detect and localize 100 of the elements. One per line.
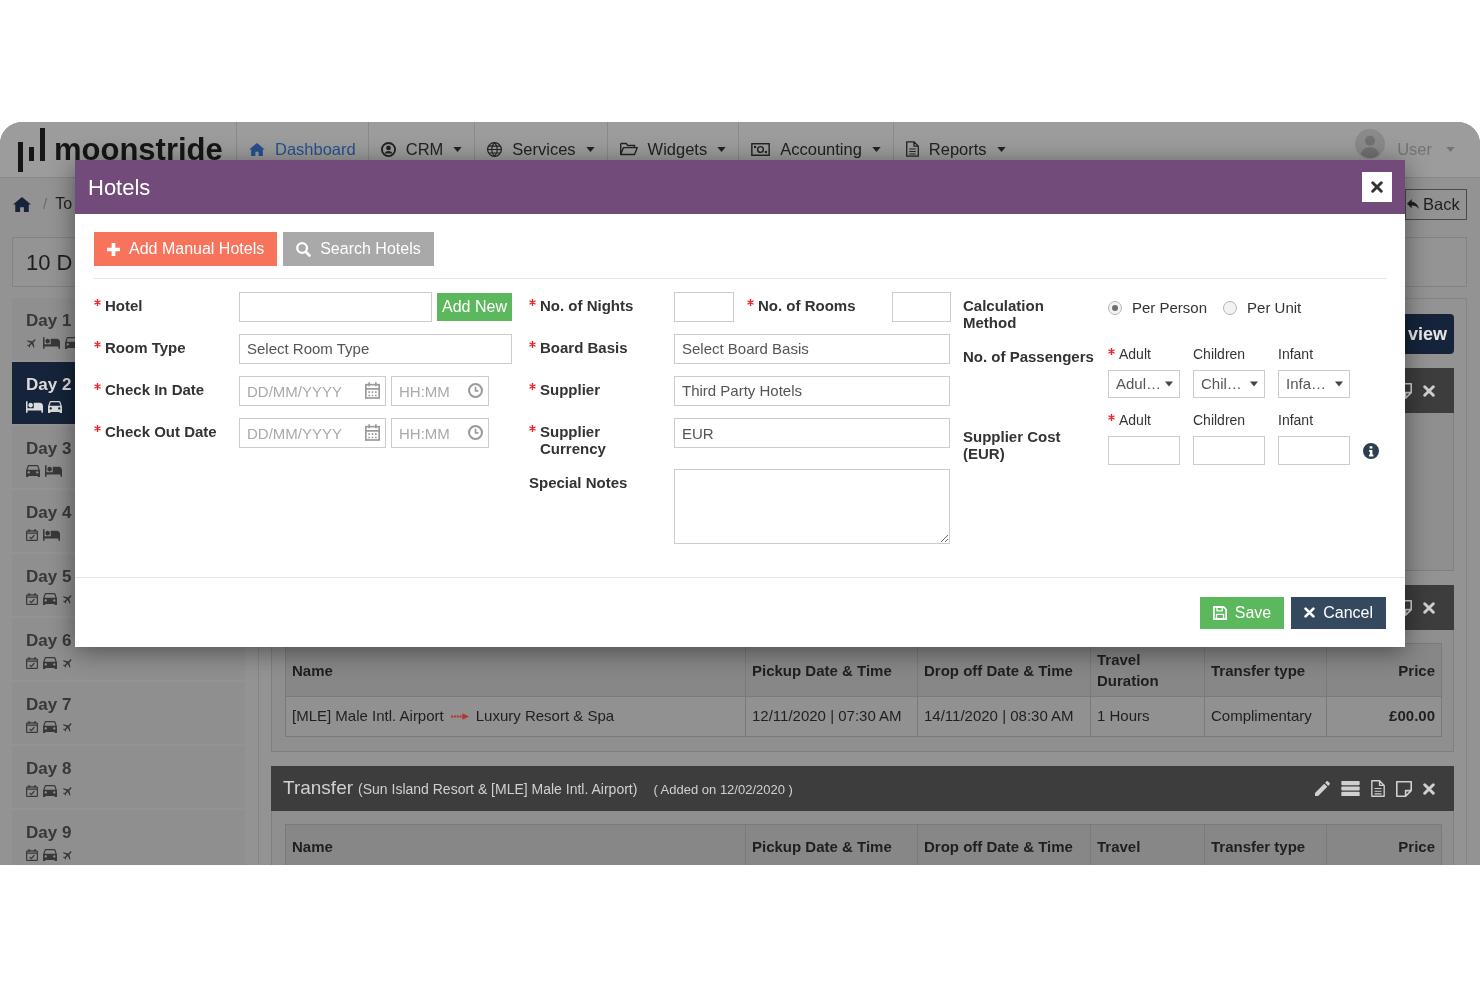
nav-item[interactable]: Accounting bbox=[751, 139, 881, 159]
car-icon bbox=[43, 656, 57, 670]
day-label[interactable]: Day 9 bbox=[26, 823, 72, 843]
day-label[interactable]: Day 2 bbox=[26, 375, 72, 395]
field-label: Check Out Date bbox=[105, 423, 217, 440]
number-field[interactable] bbox=[1278, 436, 1350, 465]
nav-item[interactable]: CRM bbox=[380, 139, 463, 159]
nav-item[interactable]: Dashboard bbox=[249, 139, 356, 159]
radio-option[interactable]: Per Person bbox=[1108, 297, 1208, 320]
nav-item[interactable]: Reports bbox=[905, 139, 1006, 159]
day-label[interactable]: Day 7 bbox=[26, 695, 72, 715]
globe-icon bbox=[487, 141, 503, 157]
logo-bars-icon bbox=[18, 127, 45, 172]
table-header-cell: Travel bbox=[1090, 824, 1205, 865]
note-icon[interactable] bbox=[1396, 780, 1412, 797]
close-icon[interactable] bbox=[1423, 384, 1435, 397]
list-icon[interactable] bbox=[1341, 781, 1360, 796]
table-header-cell: Transfer type bbox=[1204, 824, 1327, 865]
select-field[interactable]: Third Party Hotels bbox=[674, 376, 950, 406]
field-label: No. of Rooms bbox=[758, 297, 856, 314]
route-destination: Luxury Resort & Spa bbox=[475, 706, 615, 727]
select-field[interactable]: Select Board Basis bbox=[674, 334, 950, 364]
text-field[interactable] bbox=[239, 292, 432, 322]
notes-field[interactable] bbox=[674, 469, 950, 544]
banknote-icon bbox=[751, 142, 771, 156]
back-button[interactable]: Back bbox=[1405, 188, 1467, 220]
select-field[interactable]: Infa… bbox=[1278, 370, 1350, 398]
table-cell: 12/11/2020 | 07:30 AM bbox=[745, 696, 918, 737]
plane-icon bbox=[62, 849, 74, 861]
page-title: 10 D bbox=[26, 248, 73, 277]
time-field[interactable]: HH:MM bbox=[391, 418, 489, 448]
close-icon bbox=[1371, 181, 1383, 193]
day-label[interactable]: Day 6 bbox=[26, 631, 72, 651]
close-icon[interactable] bbox=[1423, 601, 1435, 614]
nav-item[interactable]: Widgets bbox=[619, 139, 727, 159]
radio-option[interactable]: Per Unit bbox=[1223, 297, 1302, 320]
calendar-check-icon bbox=[26, 657, 38, 669]
select-field[interactable]: Chil… bbox=[1193, 370, 1265, 398]
field-label: Hotel bbox=[105, 297, 143, 314]
date-field[interactable]: DD/MM/YYYY bbox=[239, 376, 386, 406]
reply-arrow-icon bbox=[1407, 199, 1419, 209]
day-label[interactable]: Day 3 bbox=[26, 439, 72, 459]
car-icon bbox=[48, 400, 62, 414]
info-icon[interactable] bbox=[1363, 443, 1379, 459]
calendar-icon bbox=[365, 424, 380, 441]
cancel-button[interactable]: Cancel bbox=[1291, 596, 1386, 629]
table-header-cell: Price bbox=[1326, 643, 1442, 697]
bed-icon bbox=[43, 337, 60, 349]
select-field[interactable]: Adul… bbox=[1108, 370, 1180, 398]
breadcrumb-link[interactable]: To bbox=[55, 192, 73, 216]
field-label: Children bbox=[1193, 412, 1246, 428]
route-arrow-icon bbox=[450, 713, 469, 720]
number-field[interactable] bbox=[674, 292, 734, 322]
bed-icon bbox=[43, 529, 60, 541]
car-icon bbox=[26, 464, 40, 478]
field-label: Room Type bbox=[105, 339, 186, 356]
added-date: ( Added on 12/02/2020 ) bbox=[653, 781, 793, 800]
avatar-icon bbox=[1355, 129, 1386, 159]
table-header-cell: Pickup Date & Time bbox=[745, 824, 918, 865]
close-button[interactable] bbox=[1362, 172, 1392, 202]
calendar-icon bbox=[365, 382, 380, 399]
plane-icon bbox=[62, 721, 74, 733]
car-icon bbox=[43, 848, 57, 862]
document-icon bbox=[905, 141, 919, 157]
time-field[interactable]: HH:MM bbox=[391, 376, 489, 406]
day-label[interactable]: Day 8 bbox=[26, 759, 72, 779]
mode-button[interactable]: Add Manual Hotels bbox=[94, 232, 278, 266]
select-field[interactable]: Select Room Type bbox=[239, 334, 512, 364]
plane-icon bbox=[62, 785, 74, 797]
table-header-cell: Drop off Date & Time bbox=[917, 824, 1091, 865]
close-icon[interactable] bbox=[1423, 782, 1435, 795]
calendar-check-icon bbox=[26, 849, 38, 861]
field-label: No. of Passengers bbox=[963, 348, 1094, 365]
cross-icon bbox=[1304, 607, 1316, 618]
bed-icon bbox=[45, 465, 62, 477]
route-origin: [MLE] Male Intl. Airport bbox=[292, 706, 444, 727]
field-label: Supplier bbox=[540, 381, 600, 398]
date-field[interactable]: DD/MM/YYYY bbox=[239, 418, 386, 448]
calendar-check-icon bbox=[26, 721, 38, 733]
text-field[interactable]: EUR bbox=[674, 418, 950, 448]
nav-item[interactable]: Services bbox=[487, 139, 595, 159]
field-label: Board Basis bbox=[540, 339, 628, 356]
number-field[interactable] bbox=[892, 292, 951, 322]
day-label[interactable]: Day 1 bbox=[26, 311, 72, 331]
section-subtitle: (Sun Island Resort & [MLE] Male Intl. Airport) bbox=[358, 780, 638, 800]
document-icon[interactable] bbox=[1371, 780, 1385, 797]
field-label: Supplier Cost (EUR) bbox=[963, 428, 1062, 462]
caret-icon bbox=[1165, 381, 1173, 387]
number-field[interactable] bbox=[1193, 436, 1265, 465]
dialog-title: Hotels bbox=[88, 173, 151, 202]
number-field[interactable] bbox=[1108, 436, 1180, 465]
floppy-disk-icon bbox=[1212, 605, 1227, 620]
day-label[interactable]: Day 5 bbox=[26, 567, 72, 587]
home-icon[interactable] bbox=[13, 196, 31, 212]
view-button[interactable]: view bbox=[1405, 314, 1454, 354]
table-header-cell: Price bbox=[1326, 824, 1442, 865]
day-label[interactable]: Day 4 bbox=[26, 503, 72, 523]
pencil-icon[interactable] bbox=[1315, 781, 1330, 796]
field-label: Children bbox=[1193, 346, 1246, 362]
caret-icon bbox=[1446, 146, 1455, 152]
